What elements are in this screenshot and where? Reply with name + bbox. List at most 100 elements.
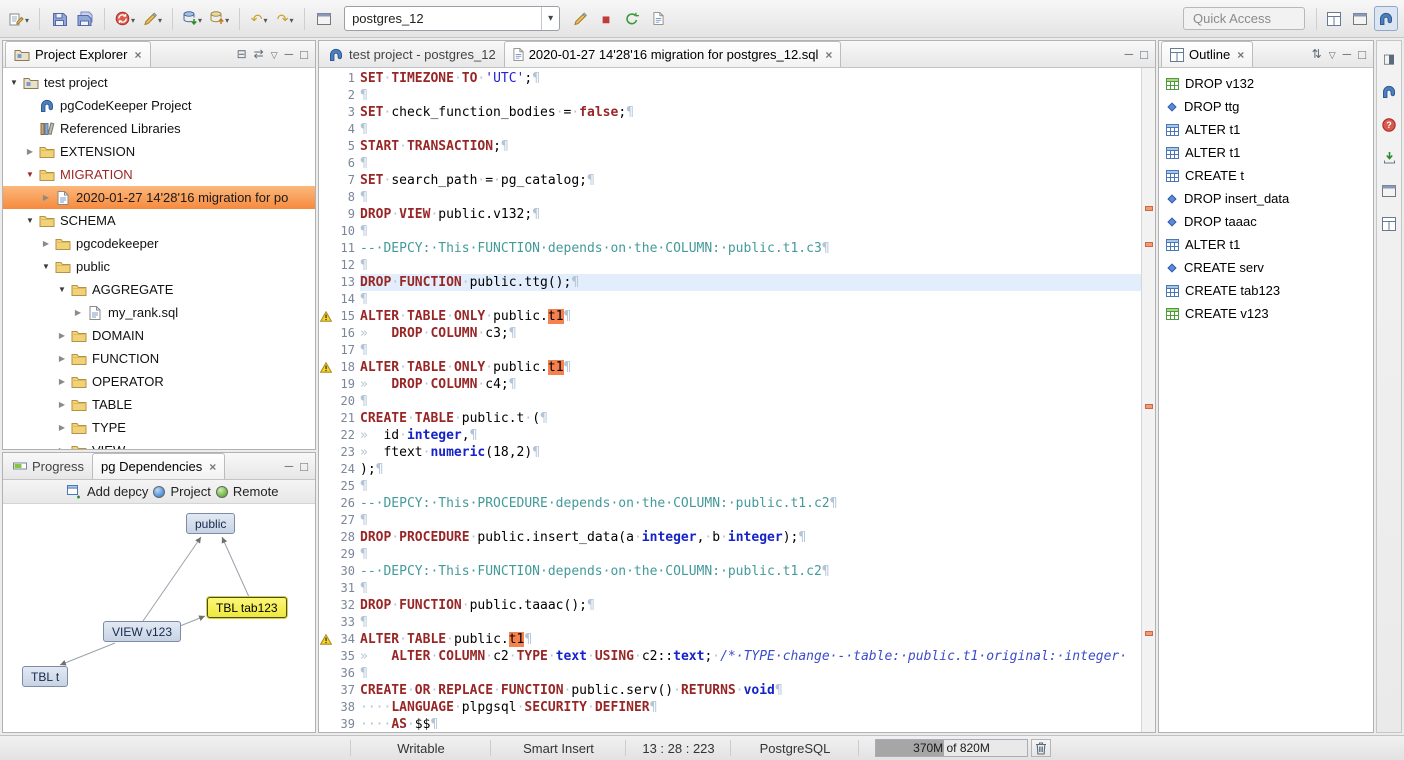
run-garbage-collector-button[interactable] bbox=[1031, 739, 1051, 757]
save-button[interactable] bbox=[47, 6, 71, 31]
close-icon[interactable] bbox=[1237, 48, 1244, 62]
code-text[interactable]: ALTER·TABLE·public.t1¶ bbox=[360, 631, 1141, 648]
maximize-icon[interactable] bbox=[1140, 48, 1148, 61]
graph-node-tab123[interactable]: TBL tab123 bbox=[207, 597, 287, 618]
tree-expand-icon[interactable]: ▶ bbox=[55, 377, 69, 386]
nav-forward-dropdown-icon[interactable] bbox=[288, 10, 293, 28]
tab-sql-editor[interactable]: 2020-01-27 14'28'16 migration for postgr… bbox=[504, 41, 842, 67]
minimize-icon[interactable] bbox=[1343, 48, 1352, 60]
outline-item-drop-ttg[interactable]: DROP ttg bbox=[1159, 95, 1373, 118]
tree-expand-icon[interactable]: ▶ bbox=[55, 423, 69, 432]
code-text[interactable]: SET·check_function_bodies·=·false;¶ bbox=[360, 104, 1141, 121]
tree-item-pgcodekeeper-project[interactable]: pgCodeKeeper Project bbox=[3, 94, 315, 117]
tab-progress[interactable]: Progress bbox=[5, 453, 92, 479]
line-number[interactable]: 13 bbox=[333, 274, 360, 291]
remote-radio-icon[interactable] bbox=[216, 486, 228, 498]
stop-button[interactable]: ■ bbox=[594, 6, 618, 31]
code-text[interactable]: » DROP·COLUMN·c4;¶ bbox=[360, 376, 1141, 393]
code-text[interactable]: ALTER·TABLE·ONLY·public.t1¶ bbox=[360, 308, 1141, 325]
tree-item-2020-01-27-14-28-16-migration-for-po[interactable]: ▶2020-01-27 14'28'16 migration for po bbox=[3, 186, 315, 209]
line-number[interactable]: 6 bbox=[333, 155, 360, 172]
add-depcy-icon[interactable] bbox=[67, 485, 82, 499]
tree-expand-icon[interactable]: ▶ bbox=[39, 239, 53, 248]
apply-to-db-button[interactable] bbox=[180, 6, 205, 31]
link-with-editor-icon[interactable] bbox=[254, 48, 264, 60]
code-text[interactable]: ¶ bbox=[360, 478, 1141, 495]
tree-expand-icon[interactable]: ▶ bbox=[71, 308, 85, 317]
line-number[interactable]: 27 bbox=[333, 512, 360, 529]
tree-collapse-icon[interactable]: ▼ bbox=[55, 285, 69, 294]
tree-item-function[interactable]: ▶FUNCTION bbox=[3, 347, 315, 370]
new-wizard-button[interactable] bbox=[6, 6, 32, 31]
tree-item-migration[interactable]: ▼MIGRATION bbox=[3, 163, 315, 186]
tab-outline[interactable]: Outline bbox=[1161, 41, 1253, 67]
edit-object-button[interactable] bbox=[140, 6, 165, 31]
code-text[interactable]: DROP·FUNCTION·public.ttg();¶ bbox=[360, 274, 1141, 291]
tree-item-operator[interactable]: ▶OPERATOR bbox=[3, 370, 315, 393]
outline-item-create-v123[interactable]: CREATE v123 bbox=[1159, 302, 1373, 325]
new-wizard-dropdown-icon[interactable] bbox=[24, 10, 29, 28]
code-text[interactable]: SET·TIMEZONE·TO·'UTC';¶ bbox=[360, 70, 1141, 87]
line-number[interactable]: 37 bbox=[333, 682, 360, 699]
minimize-icon[interactable] bbox=[1125, 48, 1134, 60]
open-perspective-button[interactable] bbox=[1322, 6, 1346, 31]
line-number[interactable]: 20 bbox=[333, 393, 360, 410]
occurrence-marker[interactable] bbox=[1145, 404, 1153, 409]
get-from-db-dropdown-icon[interactable] bbox=[224, 10, 229, 28]
code-text[interactable]: --·DEPCY:·This·PROCEDURE·depends·on·the·… bbox=[360, 495, 1141, 512]
maximize-icon[interactable] bbox=[1358, 48, 1366, 61]
save-all-button[interactable] bbox=[73, 6, 97, 31]
code-text[interactable]: » ALTER·COLUMN·c2·TYPE·text·USING·c2::te… bbox=[360, 648, 1141, 665]
edit-object-dropdown-icon[interactable] bbox=[157, 10, 162, 28]
code-text[interactable]: --·DEPCY:·This·FUNCTION·depends·on·the·C… bbox=[360, 240, 1141, 257]
tab-project-diff-editor[interactable]: test project - postgres_12 bbox=[321, 41, 504, 67]
close-icon[interactable] bbox=[134, 48, 141, 62]
line-number[interactable]: 1 bbox=[333, 70, 360, 87]
outline-item-alter-t1[interactable]: ALTER t1 bbox=[1159, 118, 1373, 141]
edit-sql-button[interactable] bbox=[568, 6, 592, 31]
overview-ruler[interactable] bbox=[1141, 68, 1155, 732]
sync-db-button[interactable] bbox=[112, 6, 138, 31]
database-combo[interactable]: postgres_12 bbox=[344, 6, 560, 31]
code-text[interactable]: ¶ bbox=[360, 665, 1141, 682]
tab-project-explorer[interactable]: Project Explorer bbox=[5, 41, 151, 67]
properties-view-button[interactable] bbox=[1377, 211, 1401, 236]
project-radio-label[interactable]: Project bbox=[170, 484, 210, 499]
sync-db-dropdown-icon[interactable] bbox=[130, 10, 135, 28]
line-number[interactable]: 35 bbox=[333, 648, 360, 665]
code-text[interactable]: ¶ bbox=[360, 121, 1141, 138]
outline-item-create-t[interactable]: CREATE t bbox=[1159, 164, 1373, 187]
line-number[interactable]: 34 bbox=[333, 631, 360, 648]
sort-icon[interactable] bbox=[1312, 48, 1322, 60]
outline-item-drop-v132[interactable]: DROP v132 bbox=[1159, 72, 1373, 95]
line-number[interactable]: 7 bbox=[333, 172, 360, 189]
code-text[interactable]: ····LANGUAGE·plpgsql·SECURITY·DEFINER¶ bbox=[360, 699, 1141, 716]
maximize-icon[interactable] bbox=[300, 460, 308, 473]
line-number[interactable]: 29 bbox=[333, 546, 360, 563]
add-depcy-label[interactable]: Add depcy bbox=[87, 484, 148, 499]
line-number[interactable]: 11 bbox=[333, 240, 360, 257]
line-number[interactable]: 38 bbox=[333, 699, 360, 716]
nav-back-button[interactable]: ↶ bbox=[247, 6, 271, 31]
remote-radio-label[interactable]: Remote bbox=[233, 484, 279, 499]
code-text[interactable]: » id·integer,¶ bbox=[360, 427, 1141, 444]
apply-migration-view-button[interactable] bbox=[1377, 145, 1401, 170]
code-text[interactable]: ¶ bbox=[360, 257, 1141, 274]
tree-item-test-project[interactable]: ▼test project bbox=[3, 71, 315, 94]
combo-dropdown-icon[interactable] bbox=[541, 7, 559, 30]
close-icon[interactable] bbox=[825, 48, 832, 62]
project-radio-icon[interactable] bbox=[153, 486, 165, 498]
code-text[interactable]: SET·search_path·=·pg_catalog;¶ bbox=[360, 172, 1141, 189]
line-number[interactable]: 22 bbox=[333, 427, 360, 444]
tree-expand-icon[interactable]: ▶ bbox=[55, 354, 69, 363]
graph-node-public[interactable]: public bbox=[186, 513, 235, 534]
line-number[interactable]: 39 bbox=[333, 716, 360, 732]
code-text[interactable]: START·TRANSACTION;¶ bbox=[360, 138, 1141, 155]
tree-item-aggregate[interactable]: ▼AGGREGATE bbox=[3, 278, 315, 301]
code-text[interactable]: ¶ bbox=[360, 87, 1141, 104]
line-number[interactable]: 4 bbox=[333, 121, 360, 138]
code-text[interactable]: CREATE·OR·REPLACE·FUNCTION·public.serv()… bbox=[360, 682, 1141, 699]
outline-item-create-tab123[interactable]: CREATE tab123 bbox=[1159, 279, 1373, 302]
code-text[interactable]: ¶ bbox=[360, 291, 1141, 308]
code-text[interactable]: ····AS·$$¶ bbox=[360, 716, 1141, 732]
